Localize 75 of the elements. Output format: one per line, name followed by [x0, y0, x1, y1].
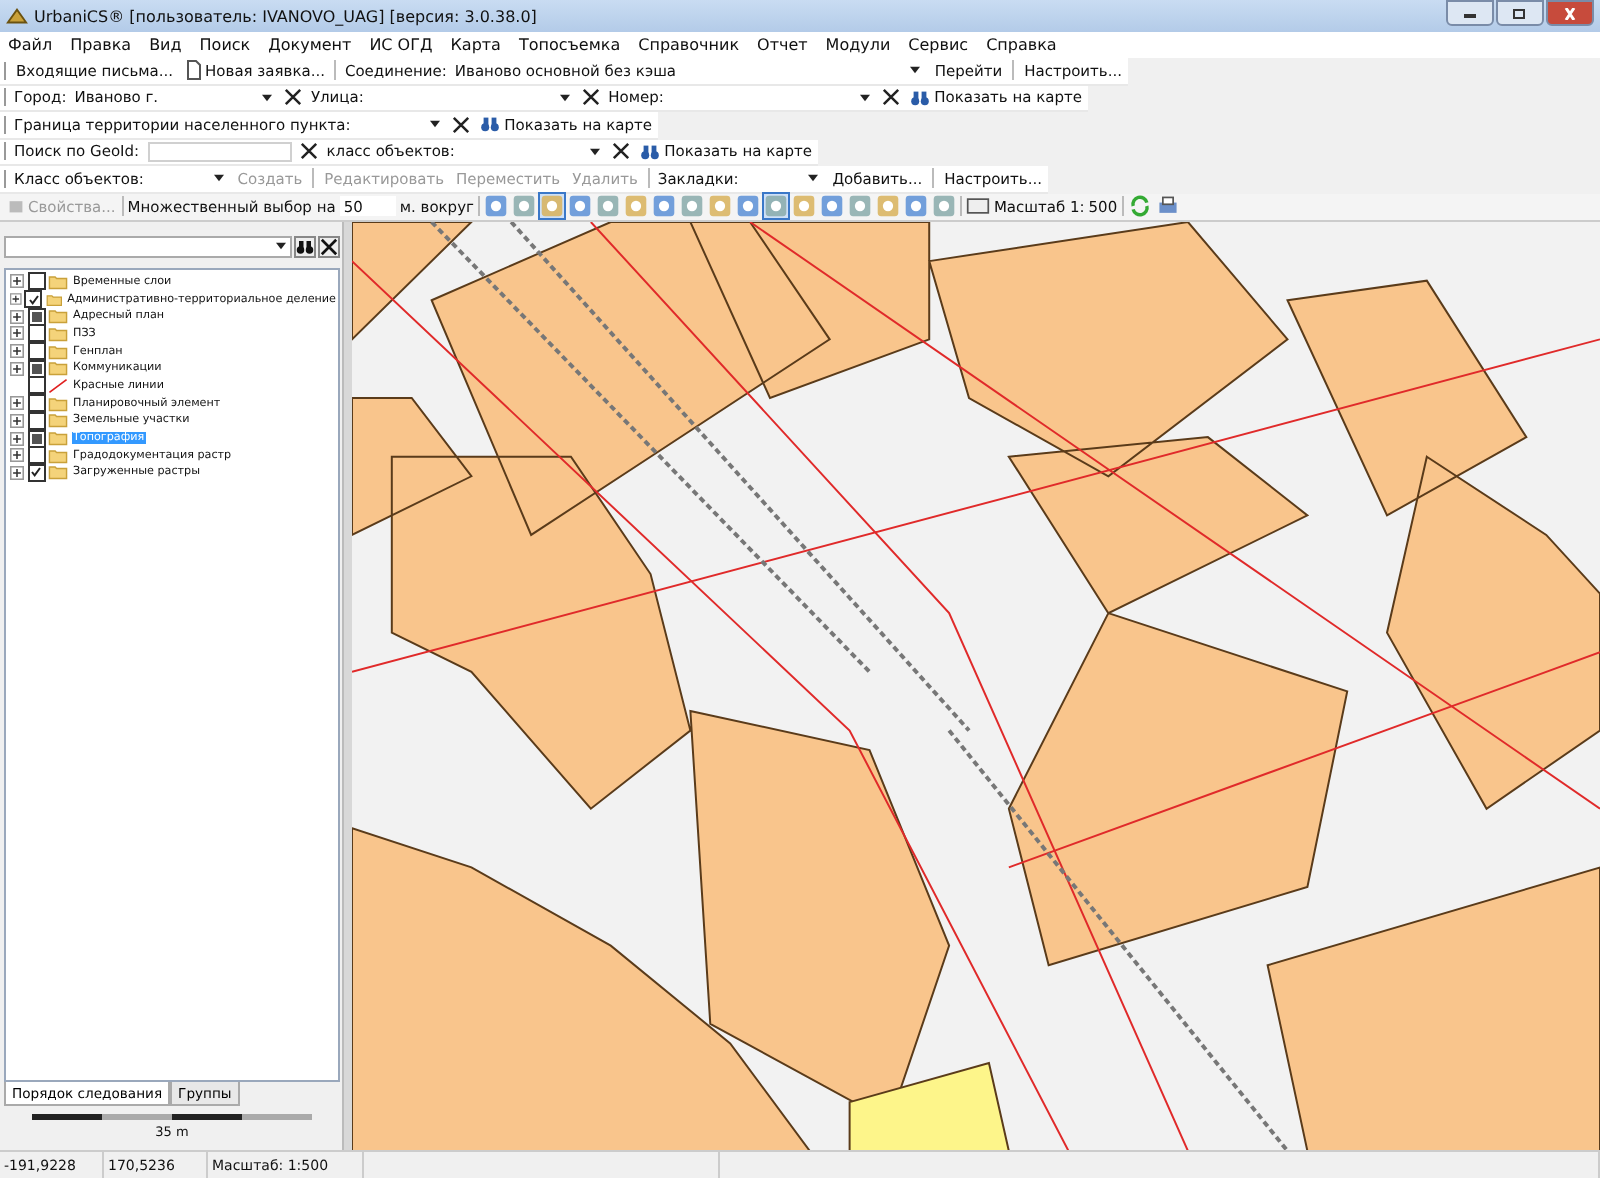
layer-checkbox[interactable] [27, 324, 45, 343]
layer-checkbox[interactable] [27, 394, 45, 413]
expand-icon[interactable] [10, 431, 24, 446]
layer-checkbox[interactable] [27, 307, 45, 326]
layer-checkbox[interactable] [27, 359, 45, 378]
dropdown-caret-icon [586, 147, 605, 156]
menu-item[interactable]: Вид [149, 36, 182, 54]
layer-checkbox[interactable] [27, 446, 45, 465]
expand-icon[interactable] [10, 361, 24, 376]
menu-item[interactable]: Отчет [757, 36, 808, 54]
menu-item[interactable]: Поиск [199, 36, 251, 54]
map-tool-icon[interactable] [735, 194, 760, 218]
layer-search-field[interactable] [4, 235, 292, 257]
menu-item[interactable]: Модули [825, 36, 891, 54]
map-tool-icon[interactable] [763, 194, 788, 218]
dropdown-caret-icon [556, 93, 575, 102]
restore-icon [1510, 7, 1530, 19]
app-logo-icon [6, 5, 28, 27]
dropdown-caret-icon [804, 174, 823, 183]
expand-icon[interactable] [10, 274, 24, 289]
menu-item[interactable]: Файл [8, 36, 53, 54]
layer-checkbox[interactable] [27, 429, 45, 448]
menu-item[interactable]: Справка [986, 36, 1057, 54]
clear-icon[interactable] [582, 88, 601, 107]
expand-icon[interactable] [10, 344, 24, 359]
binoculars-icon [640, 143, 661, 160]
map-tool-icon[interactable] [483, 194, 508, 218]
expand-icon[interactable] [10, 465, 24, 480]
expand-icon[interactable] [10, 396, 24, 411]
layer-checkbox[interactable] [27, 272, 45, 291]
window-title: UrbaniCS® [пользователь: IVANOVO_UAG] [версия: 3.0.38.0] [34, 7, 539, 25]
restore-button[interactable] [1496, 0, 1544, 26]
search-button[interactable] [294, 235, 316, 257]
dropdown-caret-icon [906, 66, 925, 75]
expand-icon[interactable] [10, 448, 24, 463]
clear-icon[interactable] [284, 88, 303, 107]
layer-checkbox[interactable] [27, 376, 45, 395]
layer-checkbox[interactable] [27, 411, 45, 430]
close-button[interactable] [318, 235, 340, 257]
clear-icon[interactable] [300, 142, 319, 161]
binoculars-icon [910, 89, 931, 106]
menu-item[interactable]: ИС ОГД [369, 36, 433, 54]
menu-item[interactable]: Топосъемка [518, 36, 621, 54]
properties-icon [8, 196, 24, 216]
menu-item[interactable]: Сервис [908, 36, 969, 54]
close-icon [1560, 7, 1580, 19]
map-tool-icon[interactable] [567, 194, 592, 218]
clear-icon[interactable] [882, 88, 901, 107]
expand-icon[interactable] [10, 292, 22, 307]
splitter-handle[interactable] [342, 221, 352, 1150]
menu-item[interactable]: Правка [70, 36, 132, 54]
dropdown-caret-icon [856, 93, 875, 102]
menu-item[interactable]: Справочник [638, 36, 740, 54]
expand-icon[interactable] [10, 309, 24, 324]
scale-bar-icon [32, 1114, 312, 1122]
map-tool-icon[interactable] [539, 194, 564, 218]
dropdown-caret-icon [272, 242, 290, 250]
clear-icon[interactable] [452, 115, 471, 134]
minimize-button[interactable] [1446, 0, 1494, 26]
line-icon [48, 377, 68, 394]
map-tool-icon[interactable] [819, 194, 844, 218]
map-tool-icon[interactable] [651, 194, 676, 218]
menu-item[interactable]: Документ [268, 36, 352, 54]
menu-item[interactable]: Карта [450, 36, 501, 54]
dropdown-caret-icon [209, 174, 228, 183]
expand-icon[interactable] [10, 326, 24, 341]
map-tool-icon[interactable] [903, 194, 928, 218]
clear-icon[interactable] [612, 142, 631, 161]
layer-checkbox[interactable] [27, 342, 45, 361]
input-field[interactable] [147, 141, 293, 162]
binoculars-icon [480, 116, 501, 133]
dropdown-caret-icon [426, 120, 445, 129]
dropdown-caret-icon [258, 93, 277, 102]
expand-icon[interactable] [10, 413, 24, 428]
print-icon[interactable] [1155, 194, 1180, 218]
